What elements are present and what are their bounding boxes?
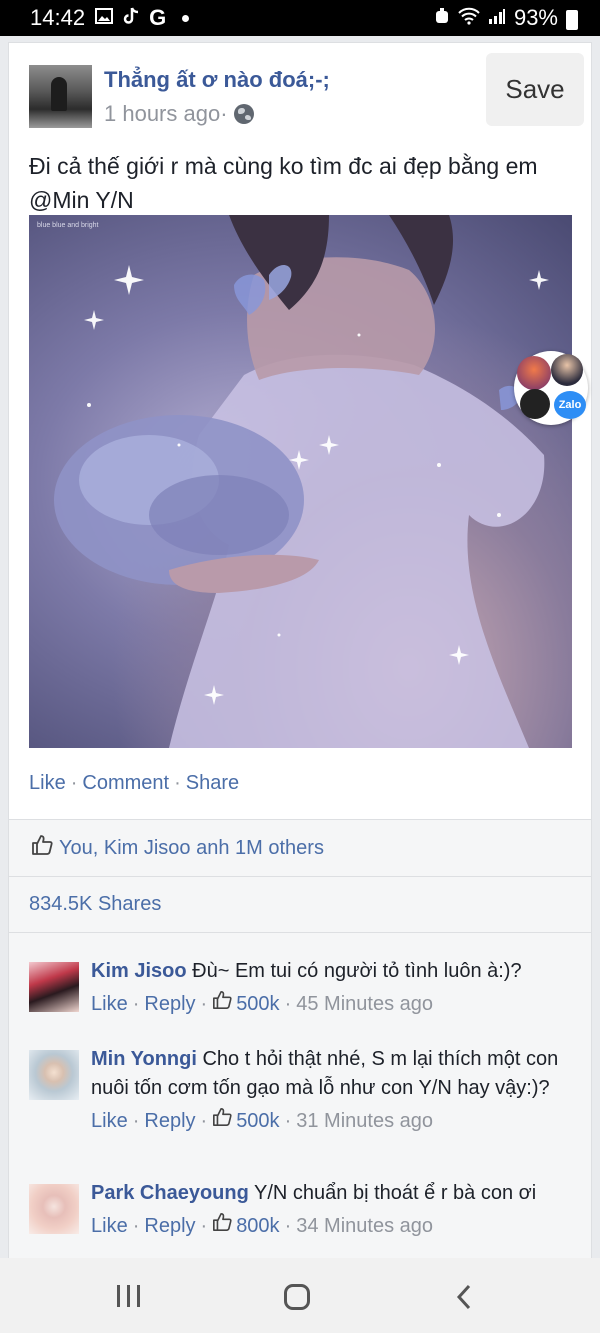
comment-content: Kim Jisoo Đù~ Em tui có người tỏ tình lu… — [91, 957, 579, 986]
comment-reply-link[interactable]: Reply — [144, 1107, 195, 1136]
globe-icon — [233, 104, 254, 124]
notification-dot — [182, 14, 190, 22]
thumbs-up-icon — [212, 1212, 232, 1241]
likes-row[interactable]: You, Kim Jisoo anh 1M others — [9, 820, 591, 876]
tiktok-icon — [123, 7, 139, 30]
signal-icon — [488, 8, 506, 29]
shares-count: 834.5K Shares — [29, 893, 162, 915]
comment-content: Park Chaeyoung Y/N chuẩn bị thoát ể r bà… — [91, 1179, 579, 1208]
share-link[interactable]: Share — [186, 772, 239, 794]
author-avatar[interactable] — [29, 65, 92, 128]
comment-text: Y/N chuẩn bị thoát ể r bà con ơi — [254, 1182, 537, 1204]
comment-like-link[interactable]: Like — [91, 1212, 128, 1241]
comment-reply-link[interactable]: Reply — [144, 990, 195, 1019]
chevron-left-icon — [456, 1284, 471, 1310]
comment-meta: Like · Reply · 500k · 31 Minutes ago — [91, 1107, 579, 1136]
chat-head-bubble[interactable]: Zalo — [514, 351, 588, 425]
commenter-avatar[interactable] — [29, 1184, 79, 1234]
image-caption: blue blue and bright — [37, 222, 99, 229]
post-card: Thẳng ất ơ nào đoá;-; 1 hours ago· Save … — [8, 42, 592, 1262]
comment-meta: Like · Reply · 800k · 34 Minutes ago — [91, 1212, 579, 1241]
battery-percent: 93% — [513, 5, 558, 30]
comment-link[interactable]: Comment — [82, 772, 169, 794]
comment-like-count: 500k — [236, 993, 280, 1015]
chat-head-avatar — [551, 354, 583, 386]
commenter-name[interactable]: Park Chaeyoung — [91, 1182, 249, 1204]
battery-icon — [566, 10, 578, 30]
comment-time: 45 Minutes ago — [296, 993, 433, 1015]
comment-like-link[interactable]: Like — [91, 1107, 128, 1136]
commenter-name[interactable]: Min Yonngi — [91, 1048, 197, 1070]
comment-text: Đù~ Em tui có người tỏ tình luôn à:)? — [192, 960, 522, 982]
thumbs-up-icon — [212, 1107, 232, 1136]
likes-summary: You, Kim Jisoo anh 1M others — [59, 837, 324, 859]
comment-like-link[interactable]: Like — [91, 990, 128, 1019]
chat-head-avatar — [520, 389, 550, 419]
back-button[interactable] — [456, 1284, 472, 1310]
status-bar: 14:42 G 93% — [0, 0, 600, 36]
gallery-icon — [95, 7, 114, 29]
like-link[interactable]: Like — [29, 772, 66, 794]
home-button[interactable] — [284, 1284, 310, 1310]
post-actions: Like · Comment · Share — [29, 772, 240, 794]
thumbs-up-icon — [31, 834, 53, 861]
commenter-avatar[interactable] — [29, 962, 79, 1012]
author-name[interactable]: Thẳng ất ơ nào đoá;-; — [104, 67, 330, 93]
status-time: 14:42 — [30, 5, 86, 30]
comment-like-count: 800k — [236, 1215, 280, 1237]
comment-time: 34 Minutes ago — [296, 1215, 433, 1237]
comments-section: Kim Jisoo Đù~ Em tui có người tỏ tình lu… — [9, 933, 591, 1261]
wifi-icon — [458, 7, 480, 30]
comment-time: 31 Minutes ago — [296, 1110, 433, 1132]
shares-row[interactable]: 834.5K Shares — [9, 877, 591, 932]
save-button[interactable]: Save — [486, 53, 584, 126]
thumbs-up-icon — [212, 990, 232, 1019]
zalo-icon: Zalo — [554, 391, 586, 419]
post-time-text: 1 hours ago· — [104, 101, 228, 126]
alarm-icon — [434, 7, 450, 30]
post-text: Đi cả thế giới r mà cùng ko tìm đc ai đẹ… — [29, 153, 538, 213]
commenter-avatar[interactable] — [29, 1050, 79, 1100]
navigation-bar — [0, 1258, 600, 1333]
comment-meta: Like · Reply · 500k · 45 Minutes ago — [91, 990, 579, 1019]
recent-apps-button[interactable] — [117, 1285, 141, 1307]
post-image[interactable]: blue blue and bright — [29, 215, 572, 748]
google-icon: G — [149, 5, 167, 30]
comment-content: Min Yonngi Cho t hỏi thật nhé, S m lại t… — [91, 1045, 579, 1103]
post-timestamp: 1 hours ago· — [104, 101, 254, 127]
chat-head-avatar — [517, 356, 551, 390]
comment-like-count: 500k — [236, 1110, 280, 1132]
commenter-name[interactable]: Kim Jisoo — [91, 960, 187, 982]
comment-reply-link[interactable]: Reply — [144, 1212, 195, 1241]
